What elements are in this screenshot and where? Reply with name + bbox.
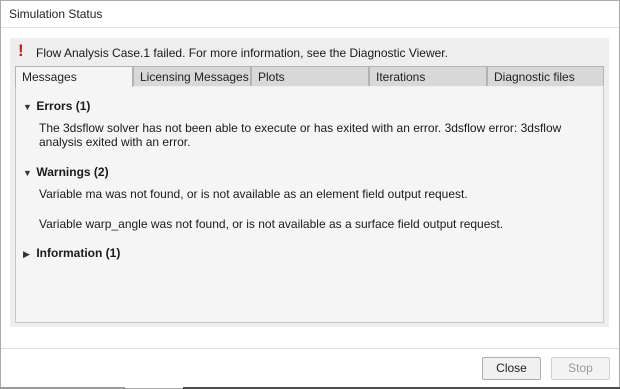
errors-header[interactable]: ▼ Errors (1) — [23, 99, 90, 113]
information-title: Information (1) — [36, 246, 121, 260]
expanded-triangle-icon: ▼ — [23, 102, 32, 112]
error-message: The 3dsflow solver has not been able to … — [39, 121, 562, 149]
tab-diagnostic-files[interactable]: Diagnostic files — [487, 66, 604, 86]
tab-licensing-messages[interactable]: Licensing Messages — [133, 66, 251, 86]
close-button[interactable]: Close — [482, 357, 541, 380]
warnings-title: Warnings (2) — [36, 165, 109, 179]
information-header[interactable]: ▶ Information (1) — [23, 246, 120, 260]
expanded-triangle-icon: ▼ — [23, 168, 32, 178]
simulation-status-dialog: Simulation Status ! Flow Analysis Case.1… — [0, 0, 620, 389]
tab-plots[interactable]: Plots — [251, 66, 369, 86]
warnings-header[interactable]: ▼ Warnings (2) — [23, 165, 109, 179]
tab-iterations[interactable]: Iterations — [369, 66, 487, 86]
status-message: Flow Analysis Case.1 failed. For more in… — [36, 46, 448, 60]
footer-divider — [1, 348, 619, 349]
errors-title: Errors (1) — [36, 99, 91, 113]
stop-button[interactable]: Stop — [551, 357, 610, 380]
window-title: Simulation Status — [9, 7, 103, 21]
collapsed-triangle-icon: ▶ — [23, 249, 30, 259]
status-panel: ! Flow Analysis Case.1 failed. For more … — [10, 38, 609, 327]
warning-message: Variable ma was not found, or is not ava… — [39, 187, 468, 201]
tab-label: Iterations — [376, 70, 426, 84]
messages-content: ▼ Errors (1) The 3dsflow solver has not … — [15, 87, 604, 323]
title-bar[interactable]: Simulation Status — [1, 1, 619, 28]
tab-label: Diagnostic files — [494, 70, 575, 84]
tab-label: Plots — [258, 70, 285, 84]
tab-bar: Messages Licensing Messages Plots Iterat… — [15, 66, 604, 87]
tab-label: Messages — [22, 70, 77, 84]
tab-messages[interactable]: Messages — [15, 66, 133, 87]
warning-message: Variable warp_angle was not found, or is… — [39, 217, 504, 231]
tab-label: Licensing Messages — [140, 70, 249, 84]
exclamation-icon: ! — [18, 41, 24, 60]
